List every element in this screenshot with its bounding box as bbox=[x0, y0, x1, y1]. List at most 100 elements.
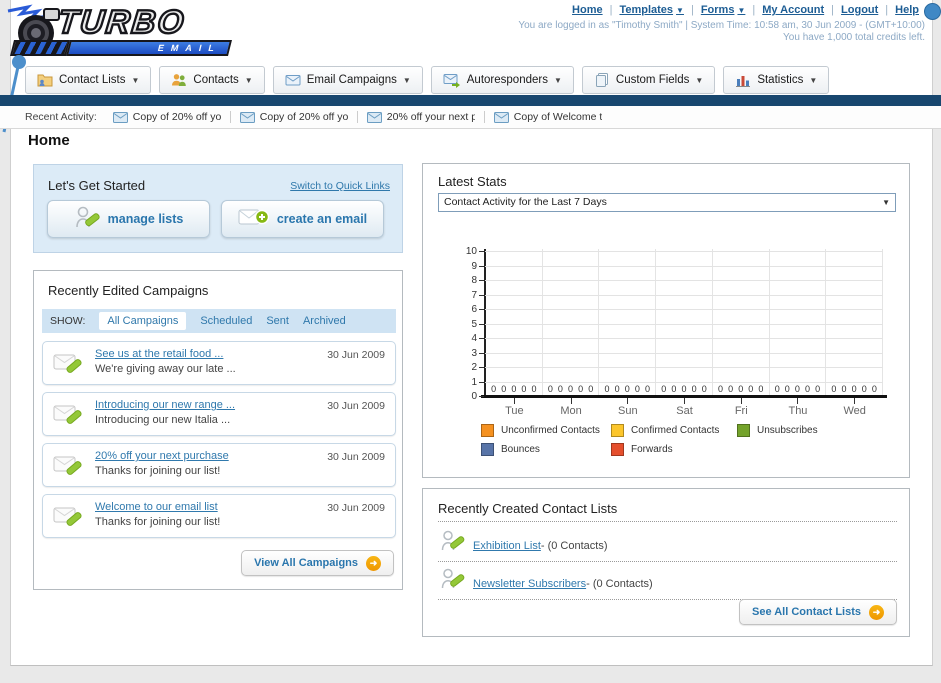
campaign-title-link[interactable]: 20% off your next purchase bbox=[95, 450, 229, 462]
chart-day-cell: Sat bbox=[656, 398, 713, 417]
legend-item-unconfirmed-contacts: Unconfirmed Contacts bbox=[481, 424, 611, 437]
chart-x-tick bbox=[513, 398, 515, 404]
top-link-templates[interactable]: Templates ▼ bbox=[619, 4, 684, 16]
envelope-pencil-icon bbox=[53, 452, 84, 484]
chart-value-labels: 00000 bbox=[486, 384, 542, 394]
contact-list-item[interactable]: Newsletter Subscribers- (0 Contacts) bbox=[473, 574, 653, 592]
contact-list-name-link[interactable]: Newsletter Subscribers bbox=[473, 578, 586, 590]
view-all-campaigns-button[interactable]: View All Campaigns ➜ bbox=[241, 550, 394, 576]
legend-item-forwards: Forwards bbox=[611, 443, 737, 456]
contact-list-item[interactable]: Exhibition List- (0 Contacts) bbox=[473, 536, 608, 554]
create-email-button[interactable]: create an email bbox=[221, 200, 384, 238]
chart-day-cell: Sun bbox=[599, 398, 656, 417]
app-logo: TURBO EMAIL bbox=[6, 2, 246, 61]
tab-contact-lists[interactable]: Contact Lists ▼ bbox=[25, 66, 152, 94]
login-status: You are logged in as "Timothy Smith" | S… bbox=[518, 20, 925, 31]
switch-quick-links-link[interactable]: Switch to Quick Links bbox=[290, 180, 390, 192]
top-link-forms[interactable]: Forms ▼ bbox=[701, 4, 746, 16]
tab-autoresponders[interactable]: Autoresponders ▼ bbox=[430, 66, 574, 94]
campaign-date: 30 Jun 2009 bbox=[327, 502, 385, 514]
chart-value-labels: 00000 bbox=[543, 384, 599, 394]
chart-value: 0 bbox=[568, 384, 574, 394]
activity-item[interactable]: Copy of 20% off yo bbox=[112, 111, 231, 123]
nav-separator: | bbox=[831, 4, 835, 16]
campaign-row[interactable]: 20% off your next purchase Thanks for joi… bbox=[42, 443, 396, 487]
chart-day-group: 00000 bbox=[543, 249, 600, 395]
pages-icon bbox=[594, 72, 610, 88]
campaign-list: See us at the retail food ... We're givin… bbox=[42, 341, 396, 545]
campaign-title-link[interactable]: Introducing our new range ... bbox=[95, 399, 235, 411]
arrow-icon: ➜ bbox=[869, 604, 884, 620]
chart-value-labels: 00000 bbox=[599, 384, 655, 394]
tab-contacts[interactable]: Contacts ▼ bbox=[159, 66, 265, 94]
activity-item[interactable]: Copy of Welcome to bbox=[493, 111, 611, 123]
chart-day-labels: Tue Mon Sun Sat Fri Thu Wed bbox=[486, 398, 883, 417]
chart-gridline bbox=[485, 251, 883, 252]
legend-swatch bbox=[481, 424, 494, 437]
chart-plot-area: 00000000000000000000000000000000000 bbox=[486, 249, 884, 395]
chart-value: 0 bbox=[491, 384, 497, 394]
chart-y-tick bbox=[479, 280, 484, 281]
legend-swatch bbox=[737, 424, 750, 437]
tab-label: Custom Fields bbox=[615, 74, 690, 86]
tab-statistics[interactable]: Statistics ▼ bbox=[723, 66, 830, 94]
activity-item-label: 20% off your next p bbox=[386, 111, 475, 123]
chart-value: 0 bbox=[701, 384, 707, 394]
chart-value: 0 bbox=[644, 384, 650, 394]
chart-value: 0 bbox=[588, 384, 594, 394]
tab-custom-fields[interactable]: Custom Fields ▼ bbox=[581, 66, 716, 94]
small-envelope-icon bbox=[112, 111, 128, 123]
chart-day-group: 00000 bbox=[599, 249, 657, 395]
campaign-date: 30 Jun 2009 bbox=[327, 451, 385, 463]
stats-period-select[interactable]: Contact Activity for the Last 7 Days ▼ bbox=[438, 193, 896, 212]
filter-archived[interactable]: Archived bbox=[303, 315, 346, 327]
manage-lists-button[interactable]: manage lists bbox=[47, 200, 210, 238]
top-link-my-account[interactable]: My Account bbox=[762, 4, 824, 16]
chart-day-label: Thu bbox=[788, 405, 808, 417]
chart-day-group: 00000 bbox=[826, 249, 884, 395]
dotted-divider bbox=[438, 521, 897, 522]
legend-label: Unconfirmed Contacts bbox=[501, 425, 600, 436]
legend-item-confirmed-contacts: Confirmed Contacts bbox=[611, 424, 737, 437]
legend-item-bounces: Bounces bbox=[481, 443, 611, 456]
chart-y-tick bbox=[479, 265, 484, 267]
chart-y-tick bbox=[479, 381, 484, 383]
chart-value-labels: 00000 bbox=[770, 384, 826, 394]
activity-item[interactable]: 20% off your next p bbox=[366, 111, 485, 123]
envelope-icon bbox=[285, 73, 301, 87]
view-all-campaigns-label: View All Campaigns bbox=[254, 557, 358, 569]
show-label: SHOW: bbox=[50, 315, 86, 327]
chart-value: 0 bbox=[717, 384, 723, 394]
filter-all-campaigns[interactable]: All Campaigns bbox=[99, 312, 187, 330]
chevron-down-icon: ▼ bbox=[131, 75, 140, 85]
filter-scheduled[interactable]: Scheduled bbox=[200, 315, 252, 327]
tab-label: Autoresponders bbox=[466, 74, 548, 86]
chart-gridline bbox=[485, 280, 883, 281]
help-bubble-icon[interactable] bbox=[924, 3, 941, 20]
campaign-row[interactable]: Introducing our new range ... Introducing… bbox=[42, 392, 396, 436]
filter-sent[interactable]: Sent bbox=[266, 315, 289, 327]
chart-day-group: 00000 bbox=[656, 249, 713, 395]
activity-item[interactable]: Copy of 20% off yo bbox=[239, 111, 358, 123]
chart-value: 0 bbox=[784, 384, 790, 394]
top-link-logout[interactable]: Logout bbox=[841, 4, 878, 16]
chart-value: 0 bbox=[604, 384, 610, 394]
chart-value: 0 bbox=[805, 384, 811, 394]
chart-y-label: 4 bbox=[471, 333, 477, 344]
see-all-contact-lists-button[interactable]: See All Contact Lists ➜ bbox=[738, 599, 897, 625]
top-link-home[interactable]: Home bbox=[572, 4, 603, 16]
campaign-row[interactable]: See us at the retail food ... We're givin… bbox=[42, 341, 396, 385]
chart-value: 0 bbox=[547, 384, 553, 394]
campaign-title-link[interactable]: See us at the retail food ... bbox=[95, 348, 223, 360]
contact-list-name-link[interactable]: Exhibition List bbox=[473, 540, 541, 552]
campaign-title-link[interactable]: Welcome to our email list bbox=[95, 501, 218, 513]
tab-label: Statistics bbox=[757, 74, 804, 86]
campaign-row[interactable]: Welcome to our email list Thanks for join… bbox=[42, 494, 396, 538]
chart-y-label: 9 bbox=[471, 260, 477, 272]
top-link-help[interactable]: Help bbox=[895, 4, 919, 16]
chart-y-label: 3 bbox=[471, 347, 477, 359]
chart-gridline bbox=[485, 352, 883, 354]
chart-x-tick bbox=[854, 398, 856, 404]
tab-email-campaigns[interactable]: Email Campaigns ▼ bbox=[272, 66, 423, 94]
chevron-down-icon: ▼ bbox=[402, 75, 411, 85]
